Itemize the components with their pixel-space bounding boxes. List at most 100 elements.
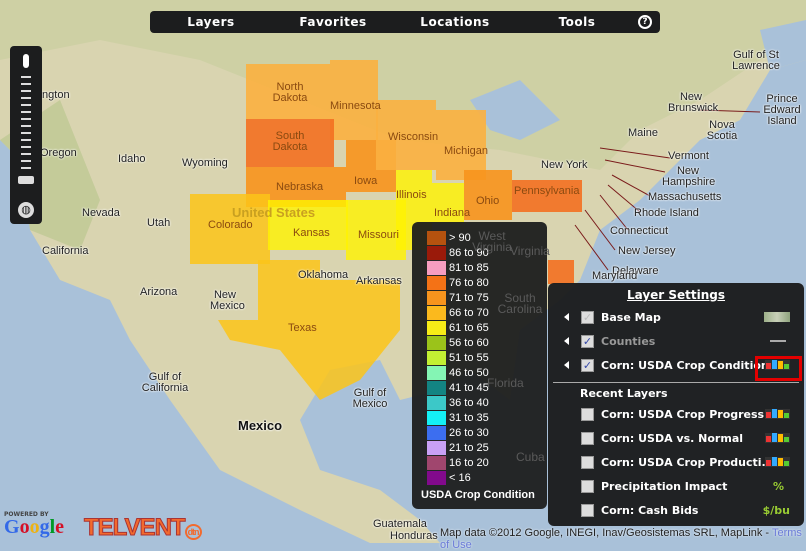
legend-swatch xyxy=(427,320,446,335)
bar-legend-icon[interactable] xyxy=(765,457,790,467)
legend-swatch xyxy=(427,245,446,260)
map-label: Honduras xyxy=(390,530,438,542)
map-label: Maryland xyxy=(592,270,638,282)
legend-item: 56 to 60 xyxy=(427,335,547,350)
map-label: Oklahoma xyxy=(298,269,349,281)
zoom-tick[interactable] xyxy=(21,146,31,148)
map-label: Massachusetts xyxy=(648,191,722,203)
legend-item: 76 to 80 xyxy=(427,275,547,290)
recent-layer-row[interactable]: Corn: USDA vs. Normal xyxy=(548,428,804,448)
map-attribution: Map data ©2012 Google, INEGI, Inav/Geosi… xyxy=(440,527,806,551)
logos: POWERED BY Google TELVENT dtn xyxy=(4,511,202,542)
recent-layer-row[interactable]: Corn: Cash Bids $/bu xyxy=(548,500,804,520)
layer-checkbox[interactable] xyxy=(581,455,594,469)
map-label: New Brunswick xyxy=(668,91,719,114)
zoom-tick[interactable] xyxy=(21,139,31,141)
layer-checkbox[interactable] xyxy=(581,479,594,493)
legend-swatch xyxy=(427,350,446,365)
recent-layer-row[interactable]: Corn: USDA Crop Producti... xyxy=(548,452,804,472)
bar-legend-icon[interactable] xyxy=(765,409,790,419)
legend-swatch xyxy=(427,455,446,470)
pegman-icon[interactable] xyxy=(23,54,29,68)
recent-layer-row[interactable]: Corn: USDA Crop Progress xyxy=(548,404,804,424)
bar-legend-icon[interactable] xyxy=(765,433,790,443)
map-label: Mexico xyxy=(238,418,283,433)
map-label: Rhode Island xyxy=(634,207,699,219)
expand-arrow-icon[interactable] xyxy=(564,313,569,321)
unit-label: % xyxy=(772,479,784,493)
legend-item: 81 to 85 xyxy=(427,260,547,275)
nav-locations[interactable]: Locations xyxy=(394,15,516,29)
zoom-tick[interactable] xyxy=(21,118,31,120)
zoom-control[interactable]: ◍ xyxy=(10,46,42,224)
zoom-tick[interactable] xyxy=(21,104,31,106)
layer-checkbox[interactable]: ✓ xyxy=(581,310,594,324)
map-label: Utah xyxy=(147,217,171,229)
map-label: Nebraska xyxy=(276,181,324,193)
layer-checkbox[interactable] xyxy=(581,503,594,517)
zoom-tick[interactable] xyxy=(21,160,31,162)
legend-label: 61 to 65 xyxy=(449,321,489,334)
map-label: Gulf of St Lawrence xyxy=(732,49,780,72)
legend-label: 21 to 25 xyxy=(449,441,489,454)
legend-label: 56 to 60 xyxy=(449,336,489,349)
map-label: Michigan xyxy=(444,145,489,157)
legend-item: 26 to 30 xyxy=(427,425,547,440)
zoom-tick[interactable] xyxy=(21,167,31,169)
map-label: Wyoming xyxy=(182,157,228,169)
map-label: Prince Edward Island xyxy=(763,93,801,127)
nav-layers[interactable]: Layers xyxy=(150,15,272,29)
map-label: Idaho xyxy=(118,153,146,165)
zoom-tick[interactable] xyxy=(21,76,31,78)
highlight-box xyxy=(755,356,802,381)
nav-tools[interactable]: Tools xyxy=(516,15,638,29)
map-label: Ohio xyxy=(476,195,500,207)
legend-label: 51 to 55 xyxy=(449,351,489,364)
layer-label: Corn: USDA Crop Progress xyxy=(601,407,765,421)
layer-row-base-map[interactable]: ✓ Base Map xyxy=(548,307,804,327)
help-icon[interactable]: ? xyxy=(638,15,652,29)
map-label: Arkansas xyxy=(356,275,402,287)
layer-checkbox[interactable]: ✓ xyxy=(581,358,594,372)
layer-checkbox[interactable] xyxy=(581,431,594,445)
map-label: Nova Scotia xyxy=(706,119,738,142)
legend-label: 41 to 45 xyxy=(449,381,489,394)
zoom-tick[interactable] xyxy=(21,90,31,92)
map-label: Maine xyxy=(628,127,658,139)
legend-label: 76 to 80 xyxy=(449,276,489,289)
legend-swatch xyxy=(427,380,446,395)
line-icon xyxy=(770,340,786,342)
legend-swatch xyxy=(427,410,446,425)
zoom-slider-handle[interactable] xyxy=(18,176,34,184)
layer-label: Corn: Cash Bids xyxy=(601,503,699,517)
expand-arrow-icon[interactable] xyxy=(564,337,569,345)
map-label: North Dakota xyxy=(272,81,308,104)
legend-item: 61 to 65 xyxy=(427,320,547,335)
legend-label: 26 to 30 xyxy=(449,426,489,439)
zoom-tick[interactable] xyxy=(21,153,31,155)
legend-swatch xyxy=(427,275,446,290)
globe-icon[interactable]: ◍ xyxy=(18,202,34,218)
map-label: New Jersey xyxy=(618,245,676,257)
layer-checkbox[interactable] xyxy=(581,407,594,421)
expand-arrow-icon[interactable] xyxy=(564,361,569,369)
attribution-text: Map data ©2012 Google, INEGI, Inav/Geosi… xyxy=(440,527,772,539)
map-label: United States xyxy=(232,205,316,220)
zoom-tick[interactable] xyxy=(21,111,31,113)
zoom-tick[interactable] xyxy=(21,132,31,134)
map-label: New Hampshire xyxy=(662,165,716,188)
legend-label: 31 to 35 xyxy=(449,411,489,424)
recent-layers-title: Recent Layers xyxy=(580,387,668,400)
zoom-tick[interactable] xyxy=(21,125,31,127)
nav-favorites[interactable]: Favorites xyxy=(272,15,394,29)
zoom-tick[interactable] xyxy=(21,97,31,99)
map-label: Pennsylvania xyxy=(514,185,580,197)
zoom-tick[interactable] xyxy=(21,83,31,85)
legend-label: 16 to 20 xyxy=(449,456,489,469)
google-logo: Google xyxy=(4,516,65,538)
map-label: Gulf of Mexico xyxy=(352,387,388,410)
layer-checkbox[interactable]: ✓ xyxy=(581,334,594,348)
layer-row-counties[interactable]: ✓ Counties xyxy=(548,331,804,351)
recent-layer-row[interactable]: Precipitation Impact% xyxy=(548,476,804,496)
layer-label: Corn: USDA vs. Normal xyxy=(601,431,744,445)
